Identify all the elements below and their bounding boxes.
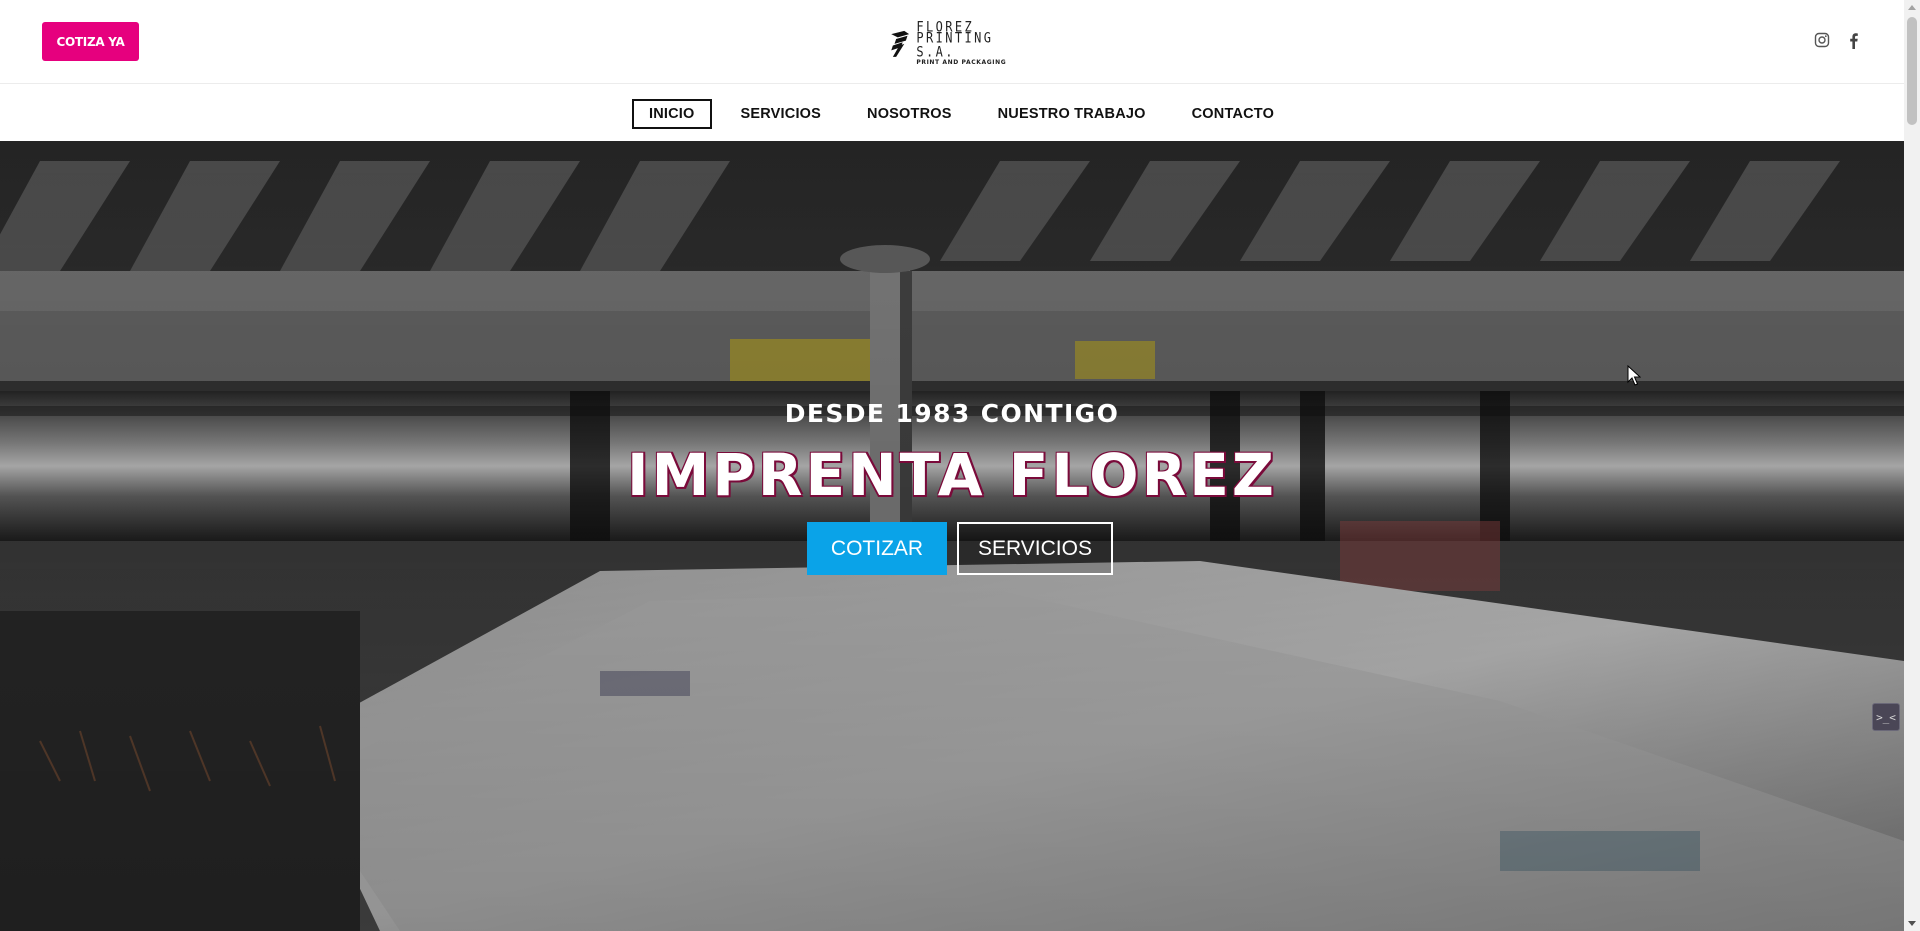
hero-actions: COTIZAR SERVICIOS: [807, 522, 1113, 575]
page-scrollbar[interactable]: [1904, 0, 1920, 931]
nav-list: INICIO SERVICIOS NOSOTROS NUESTRO TRABAJ…: [632, 99, 1303, 129]
logo-wordmark: FLOREZ PRINTING S.A. PRINT AND PACKAGING: [916, 20, 1018, 66]
servicios-button[interactable]: SERVICIOS: [957, 522, 1113, 575]
nav-item-servicios[interactable]: SERVICIOS: [724, 99, 839, 129]
main-nav: INICIO SERVICIOS NOSOTROS NUESTRO TRABAJ…: [0, 85, 1904, 141]
scroll-up-icon[interactable]: [1908, 5, 1916, 10]
hero-kicker: DESDE 1983 CONTIGO: [784, 399, 1120, 428]
nav-item-inicio[interactable]: INICIO: [632, 99, 712, 129]
logo-mark-icon: [891, 30, 910, 57]
hero-section: DESDE 1983 CONTIGO IMPRENTA FLOREZ COTIZ…: [0, 141, 1904, 931]
nav-item-nuestro-trabajo[interactable]: NUESTRO TRABAJO: [981, 99, 1163, 129]
cotiza-ya-button[interactable]: COTIZA YA: [42, 22, 139, 61]
scroll-thumb[interactable]: [1907, 17, 1917, 125]
nav-item-nosotros[interactable]: NOSOTROS: [850, 99, 969, 129]
widget-label: >_<: [1876, 710, 1896, 724]
floating-widget-button[interactable]: >_<: [1872, 703, 1900, 731]
cotizar-button[interactable]: COTIZAR: [807, 522, 947, 575]
hero-content: DESDE 1983 CONTIGO IMPRENTA FLOREZ COTIZ…: [0, 141, 1904, 931]
instagram-icon[interactable]: [1814, 32, 1830, 48]
scroll-down-icon[interactable]: [1908, 921, 1916, 926]
hero-title: IMPRENTA FLOREZ: [627, 441, 1277, 509]
logo-line-2: PRINTING S.A.: [916, 29, 994, 60]
logo-tagline: PRINT AND PACKAGING: [916, 58, 1007, 66]
top-header: COTIZA YA FLOREZ PRINTING S.A. PRINT AND…: [0, 0, 1904, 84]
site-logo[interactable]: FLOREZ PRINTING S.A. PRINT AND PACKAGING: [888, 20, 1018, 66]
facebook-icon[interactable]: [1846, 32, 1862, 49]
nav-item-contacto[interactable]: CONTACTO: [1175, 99, 1291, 129]
